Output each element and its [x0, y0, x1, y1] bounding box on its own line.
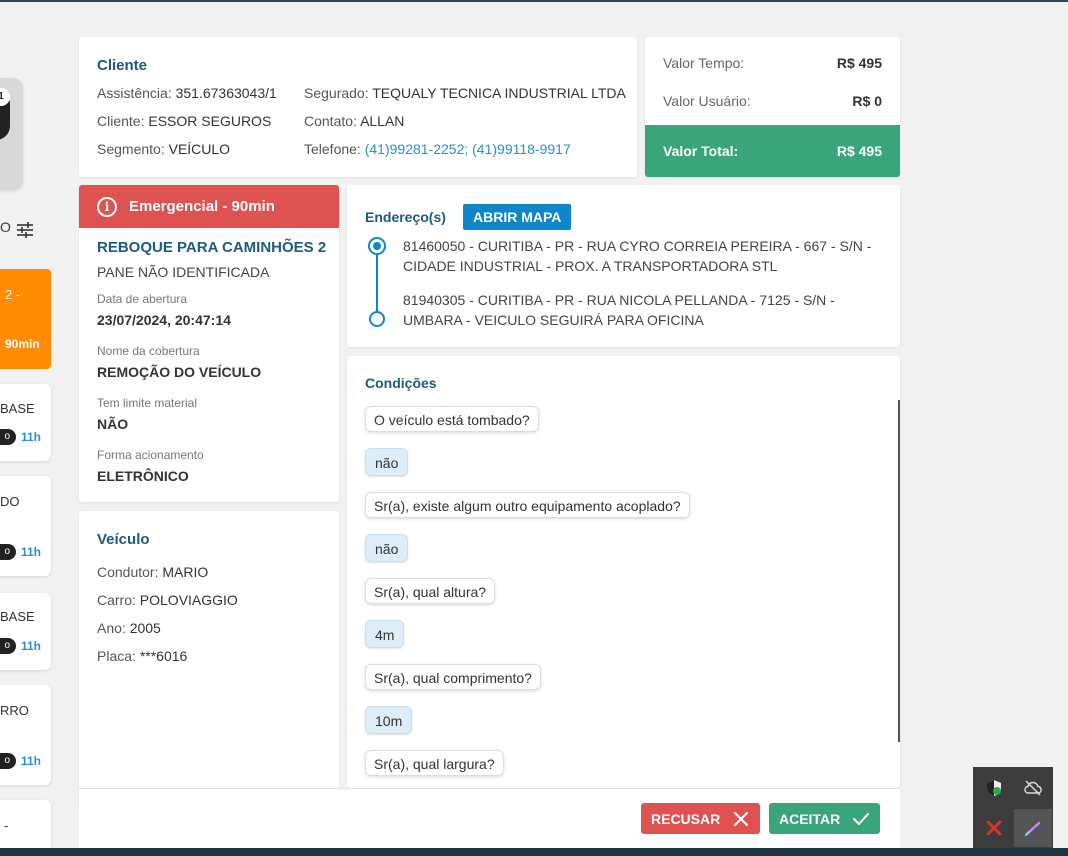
segurado: Segurado: TEQUALY TECNICA INDUSTRIAL LTD…	[304, 85, 626, 101]
condition-answer: não	[365, 448, 409, 476]
cliente-card: Cliente Assistência: 351.67363043/1 Clie…	[79, 37, 637, 177]
condition-answer: não	[365, 534, 409, 562]
cliente-title: Cliente	[97, 57, 148, 74]
filter-sliders-icon[interactable]	[16, 221, 34, 242]
cobertura-value: REMOÇÃO DO VEÍCULO	[97, 364, 262, 380]
cliente-nome: Cliente: ESSOR SEGUROS	[97, 113, 272, 129]
cloud-off-icon[interactable]	[1014, 769, 1052, 807]
condutor: Condutor: MARIO	[97, 564, 209, 580]
segmento: Segmento: VEÍCULO	[97, 141, 231, 157]
telefone: Telefone: (41)99281-2252; (41)99118-9917	[304, 141, 571, 157]
abertura-value: 23/07/2024, 20:47:14	[97, 312, 231, 328]
sidebar-card[interactable]: BASE o 11h	[0, 384, 51, 461]
route-timeline-icon	[368, 237, 386, 327]
condition-answer: 4m	[365, 620, 405, 648]
servico-problema: PANE NÃO IDENTIFICADA	[97, 264, 270, 280]
valor-tempo: Valor Tempo: R$ 495	[663, 55, 882, 71]
action-footer: RECUSAR ACEITAR	[79, 788, 900, 848]
abertura-label: Data de abertura	[97, 292, 188, 306]
condition-question: O veículo está tombado?	[365, 406, 539, 432]
valor-total: Valor Total: R$ 495	[645, 125, 900, 177]
limite-value: NÃO	[97, 416, 129, 432]
sidebar-status-badge: o	[0, 753, 16, 769]
error-x-icon[interactable]	[975, 809, 1013, 847]
condition-question: Sr(a), qual largura?	[365, 750, 504, 776]
condicoes-title: Condições	[365, 375, 437, 391]
limite-label: Tem limite material	[97, 396, 198, 410]
sidebar-card[interactable]: RRO o 11h	[0, 685, 51, 785]
address-origin: 81460050 - CURITIBA - PR - RUA CYRO CORR…	[403, 238, 872, 274]
address-destination: 81940305 - CURITIBA - PR - RUA NICOLA PE…	[403, 292, 835, 328]
carro: Carro: POLOVIAGGIO	[97, 592, 238, 608]
servico-card: i Emergencial - 90min REBOQUE PARA CAMIN…	[79, 185, 339, 502]
veiculo-title: Veículo	[97, 531, 150, 548]
check-icon	[853, 812, 870, 825]
info-icon: i	[97, 196, 117, 217]
sidebar-status-badge: o	[0, 544, 16, 560]
system-tray	[973, 767, 1053, 849]
shield-icon[interactable]	[975, 769, 1013, 807]
veiculo-card: Veículo Condutor: MARIO Carro: POLOVIAGG…	[79, 511, 339, 811]
reject-button[interactable]: RECUSAR	[641, 803, 761, 834]
contato: Contato: ALLAN	[304, 113, 405, 129]
open-map-button[interactable]: ABRIR MAPA	[463, 204, 572, 230]
condition-answer: 10m	[365, 706, 413, 734]
condition-question: Sr(a), qual altura?	[365, 578, 496, 604]
taskbar-edge	[0, 848, 1068, 856]
servico-tipo: REBOQUE PARA CAMINHÕES 2	[97, 239, 327, 256]
sidebar-filter[interactable]: O	[0, 219, 33, 241]
emergency-banner: i Emergencial - 90min	[79, 185, 339, 228]
sidebar-map-card[interactable]: 1	[0, 78, 23, 190]
telefone-link[interactable]: (41)99281-2252; (41)99118-9917	[365, 141, 571, 157]
close-icon	[734, 811, 749, 826]
scrollbar[interactable]	[898, 400, 900, 742]
sidebar-status-badge: o	[0, 638, 16, 654]
assistencia: Assistência: 351.67363043/1	[97, 85, 277, 101]
enderecos-card: Endereço(s) ABRIR MAPA 81460050 - CURITI…	[347, 185, 900, 347]
top-border	[0, 0, 1068, 2]
acionamento-value: ELETRÔNICO	[97, 468, 189, 484]
accept-button[interactable]: ACEITAR	[769, 803, 881, 834]
pen-icon[interactable]	[1014, 809, 1052, 847]
sidebar-status-badge: o	[0, 429, 16, 445]
cobertura-label: Nome da cobertura	[97, 344, 200, 358]
valores-card: Valor Tempo: R$ 495 Valor Usuário: R$ 0 Va…	[645, 37, 900, 177]
ano: Ano: 2005	[97, 620, 161, 636]
condicoes-card: Condições O veículo está tombado? não Sr…	[347, 356, 900, 788]
sidebar-card[interactable]: BASE o 11h	[0, 593, 51, 670]
sidebar-card[interactable]: DO o 11h	[0, 476, 51, 576]
acionamento-label: Forma acionamento	[97, 448, 204, 462]
enderecos-title: Endereço(s)	[365, 209, 446, 225]
sidebar-card-active[interactable]: 2 - 90min	[0, 269, 51, 369]
condition-question: Sr(a), existe algum outro equipamento ac…	[365, 492, 690, 518]
valor-usuario: Valor Usuário: R$ 0	[663, 93, 882, 109]
condition-question: Sr(a), qual comprimento?	[365, 664, 541, 690]
placa: Placa: ***6016	[97, 648, 188, 664]
